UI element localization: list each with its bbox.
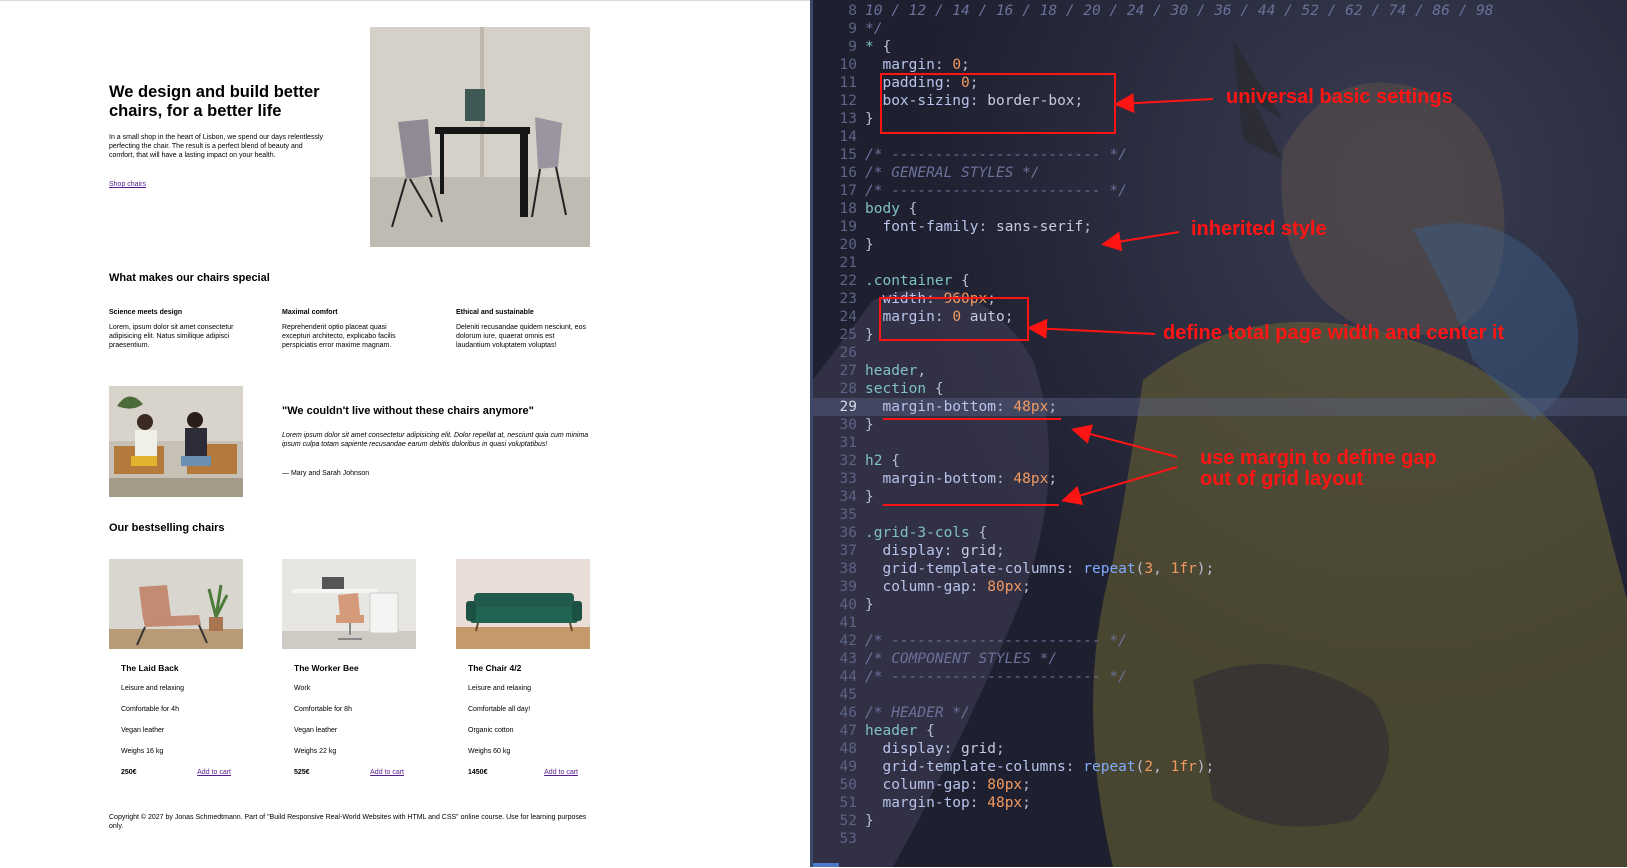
shop-chairs-link[interactable]: Shop chairs bbox=[109, 181, 146, 188]
annotation-arrows bbox=[1027, 93, 1214, 506]
testimonial-text: Lorem ipsum dolor sit amet consectetur a… bbox=[282, 432, 589, 449]
bestsellers-heading: Our bestselling chairs bbox=[109, 522, 225, 534]
product-name: The Laid Back bbox=[121, 663, 179, 673]
hero-chairs-image bbox=[370, 27, 590, 247]
product-attribute: Comfortable all day! bbox=[468, 706, 531, 713]
add-to-cart-link[interactable]: Add to cart bbox=[370, 769, 404, 776]
product-name: The Chair 4/2 bbox=[468, 663, 522, 673]
copyright-text: Copyright © 2027 by Jonas Schmedtmann. P… bbox=[109, 814, 587, 831]
product-attribute: Weighs 60 kg bbox=[468, 748, 511, 755]
product-image bbox=[282, 559, 416, 649]
product-card: The Worker Bee Work Comfortable for 8h V… bbox=[282, 559, 416, 776]
product-attribute: Comfortable for 4h bbox=[121, 706, 179, 713]
product-attribute: Weighs 22 kg bbox=[294, 748, 337, 755]
annotation-gap-line1: use margin to define gap bbox=[1200, 447, 1437, 469]
annotation-inherited: inherited style bbox=[1191, 218, 1327, 240]
feature-text: Deleniti recusandae quidem nesciunt, eos… bbox=[456, 324, 586, 350]
feature-title: Maximal comfort bbox=[282, 309, 338, 316]
feature-item: Ethical and sustainable Deleniti recusan… bbox=[456, 309, 586, 351]
product-attribute: Weighs 16 kg bbox=[121, 748, 164, 755]
hero-title: We design and build better chairs, for a… bbox=[109, 83, 320, 120]
product-image bbox=[109, 559, 243, 649]
add-to-cart-link[interactable]: Add to cart bbox=[197, 769, 231, 776]
editor-scroll-indicator[interactable] bbox=[813, 863, 839, 867]
product-attribute: Vegan leather bbox=[121, 727, 165, 734]
features-heading: What makes our chairs special bbox=[109, 272, 270, 284]
product-attribute: Comfortable for 8h bbox=[294, 706, 352, 713]
annotation-container: define total page width and center it bbox=[1163, 322, 1505, 344]
testimonial-author: — Mary and Sarah Johnson bbox=[282, 470, 370, 477]
feature-title: Science meets design bbox=[109, 309, 183, 316]
product-attribute: Leisure and relaxing bbox=[121, 685, 185, 692]
browser-preview: We design and build better chairs, for a… bbox=[0, 0, 810, 868]
product-price: 1450€ bbox=[468, 769, 488, 776]
feature-item: Maximal comfort Reprehenderit optio plac… bbox=[282, 309, 412, 351]
product-attribute: Vegan leather bbox=[294, 727, 338, 734]
feature-title: Ethical and sustainable bbox=[456, 309, 534, 316]
feature-item: Science meets design Lorem, ipsum dolor … bbox=[109, 309, 239, 351]
testimonial-image bbox=[109, 386, 243, 497]
product-card: The Chair 4/2 Leisure and relaxing Comfo… bbox=[456, 559, 590, 776]
product-image bbox=[456, 559, 590, 649]
product-price: 250€ bbox=[121, 769, 137, 776]
product-attribute: Work bbox=[294, 685, 311, 692]
product-card: The Laid Back Leisure and relaxing Comfo… bbox=[109, 559, 243, 776]
testimonial-quote: "We couldn't live without these chairs a… bbox=[282, 405, 534, 417]
product-attribute: Organic cotton bbox=[468, 727, 514, 734]
hero-text: In a small shop in the heart of Lisbon, … bbox=[109, 134, 324, 160]
annotation-gap-line2: out of grid layout bbox=[1200, 468, 1364, 490]
feature-text: Reprehenderit optio placeat quasi except… bbox=[282, 324, 396, 350]
product-name: The Worker Bee bbox=[294, 663, 359, 673]
annotation-universal: universal basic settings bbox=[1226, 86, 1453, 108]
feature-text: Lorem, ipsum dolor sit amet consectetur … bbox=[109, 324, 234, 350]
product-attribute: Leisure and relaxing bbox=[468, 685, 532, 692]
product-price: 525€ bbox=[294, 769, 310, 776]
add-to-cart-link[interactable]: Add to cart bbox=[544, 769, 578, 776]
code-editor[interactable]: 8 10 / 12 / 14 / 16 / 18 / 20 / 24 / 30 /… bbox=[813, 0, 1627, 867]
